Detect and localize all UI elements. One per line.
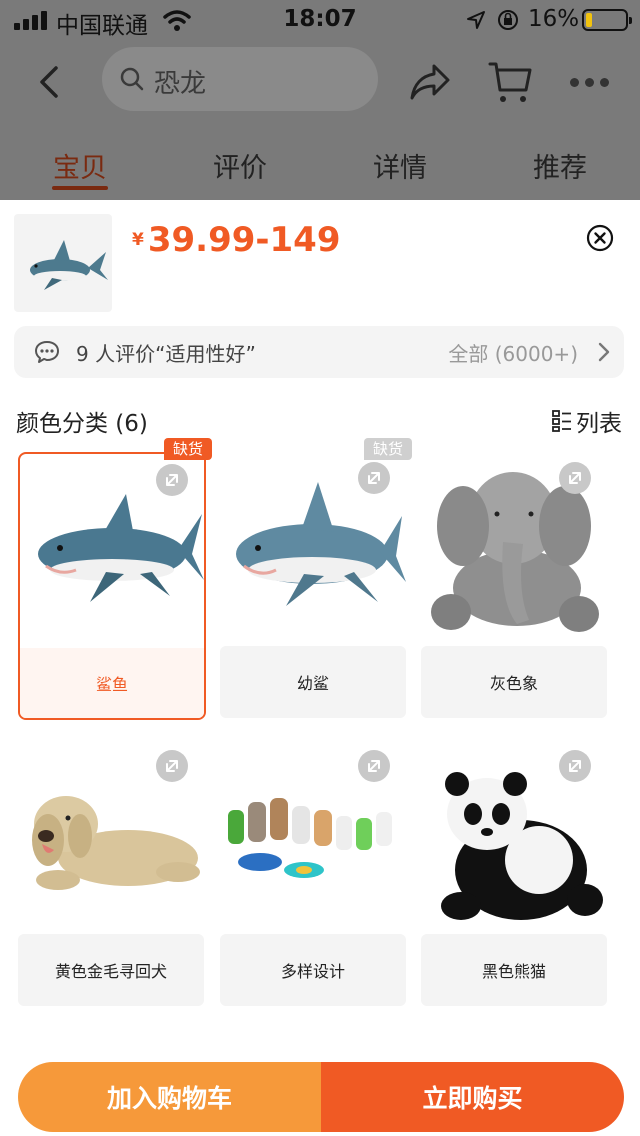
rotation-lock-icon [498, 10, 518, 30]
variant-label: 黄色金毛寻回犬 [18, 934, 204, 1006]
share-icon[interactable] [408, 62, 452, 102]
buy-now-button[interactable]: 立即购买 [321, 1062, 624, 1132]
review-highlight: 9 人评价“适用性好” [76, 342, 256, 366]
search-input[interactable]: 恐龙 [102, 47, 378, 111]
list-view-icon [552, 410, 571, 432]
location-icon [467, 11, 485, 29]
shark-thumbnail-image [30, 240, 108, 290]
chevron-right-icon [598, 342, 610, 362]
tab-underline [52, 186, 108, 190]
variant-label: 灰色象 [421, 646, 607, 718]
expand-icon[interactable] [156, 464, 188, 496]
close-icon[interactable] [586, 224, 614, 252]
tab-item[interactable]: 宝贝 [40, 146, 120, 185]
search-icon [120, 67, 144, 91]
review-summary-bar[interactable]: 9 人评价“适用性好” 全部 (6000+) [14, 326, 624, 378]
comment-icon [35, 341, 59, 363]
variant-label: 鲨鱼 [20, 648, 204, 718]
review-count: 全部 (6000+) [448, 342, 578, 366]
tab-reviews[interactable]: 评价 [200, 146, 280, 185]
variant-card-shark[interactable]: 鲨鱼 [18, 452, 206, 720]
variant-card-black-panda[interactable]: 黑色熊猫 [421, 740, 607, 1010]
expand-icon[interactable] [559, 462, 591, 494]
expand-icon[interactable] [156, 750, 188, 782]
price-range: 39.99-149 [147, 220, 341, 260]
action-buttons: 加入购物车 立即购买 [18, 1062, 624, 1132]
variant-label: 多样设计 [220, 934, 406, 1006]
variant-card-assorted-designs[interactable]: 多样设计 [220, 740, 406, 1010]
expand-icon[interactable] [358, 750, 390, 782]
price: ¥39.99-149 [132, 220, 340, 260]
list-view-button[interactable]: 列表 [552, 404, 622, 438]
more-icon[interactable] [570, 78, 609, 87]
out-of-stock-badge: 缺货 [364, 438, 412, 460]
variant-card-baby-shark[interactable]: 幼鲨 [220, 452, 406, 722]
search-text: 恐龙 [154, 69, 207, 99]
dimmed-background[interactable]: 中国联通 18:07 16% 恐龙 宝贝 评价 详情 推荐 [0, 0, 640, 200]
status-bar: 中国联通 18:07 16% [0, 0, 640, 40]
product-thumbnail[interactable] [14, 214, 112, 312]
cart-icon[interactable] [488, 60, 532, 104]
list-view-label: 列表 [576, 411, 622, 437]
sku-sheet: ¥39.99-149 9 人评价“适用性好” 全部 (6000+) 颜色分类 (… [0, 200, 640, 1136]
expand-icon[interactable] [559, 750, 591, 782]
variant-card-golden-retriever[interactable]: 黄色金毛寻回犬 [18, 740, 204, 1010]
tab-bar: 宝贝 评价 详情 推荐 [0, 140, 640, 190]
category-heading: 颜色分类 (6) [16, 411, 148, 437]
battery-percent: 16% [528, 6, 580, 32]
currency-symbol: ¥ [132, 230, 144, 250]
tab-recommend[interactable]: 推荐 [520, 146, 600, 185]
top-nav: 恐龙 [0, 42, 640, 118]
out-of-stock-badge: 缺货 [164, 438, 212, 460]
back-icon[interactable] [36, 64, 64, 100]
variant-card-grey-elephant[interactable]: 灰色象 [421, 452, 607, 722]
variant-label: 幼鲨 [220, 646, 406, 718]
add-to-cart-button[interactable]: 加入购物车 [18, 1062, 321, 1132]
tab-details[interactable]: 详情 [360, 146, 440, 185]
variant-label: 黑色熊猫 [421, 934, 607, 1006]
battery-icon [582, 9, 632, 31]
expand-icon[interactable] [358, 462, 390, 494]
